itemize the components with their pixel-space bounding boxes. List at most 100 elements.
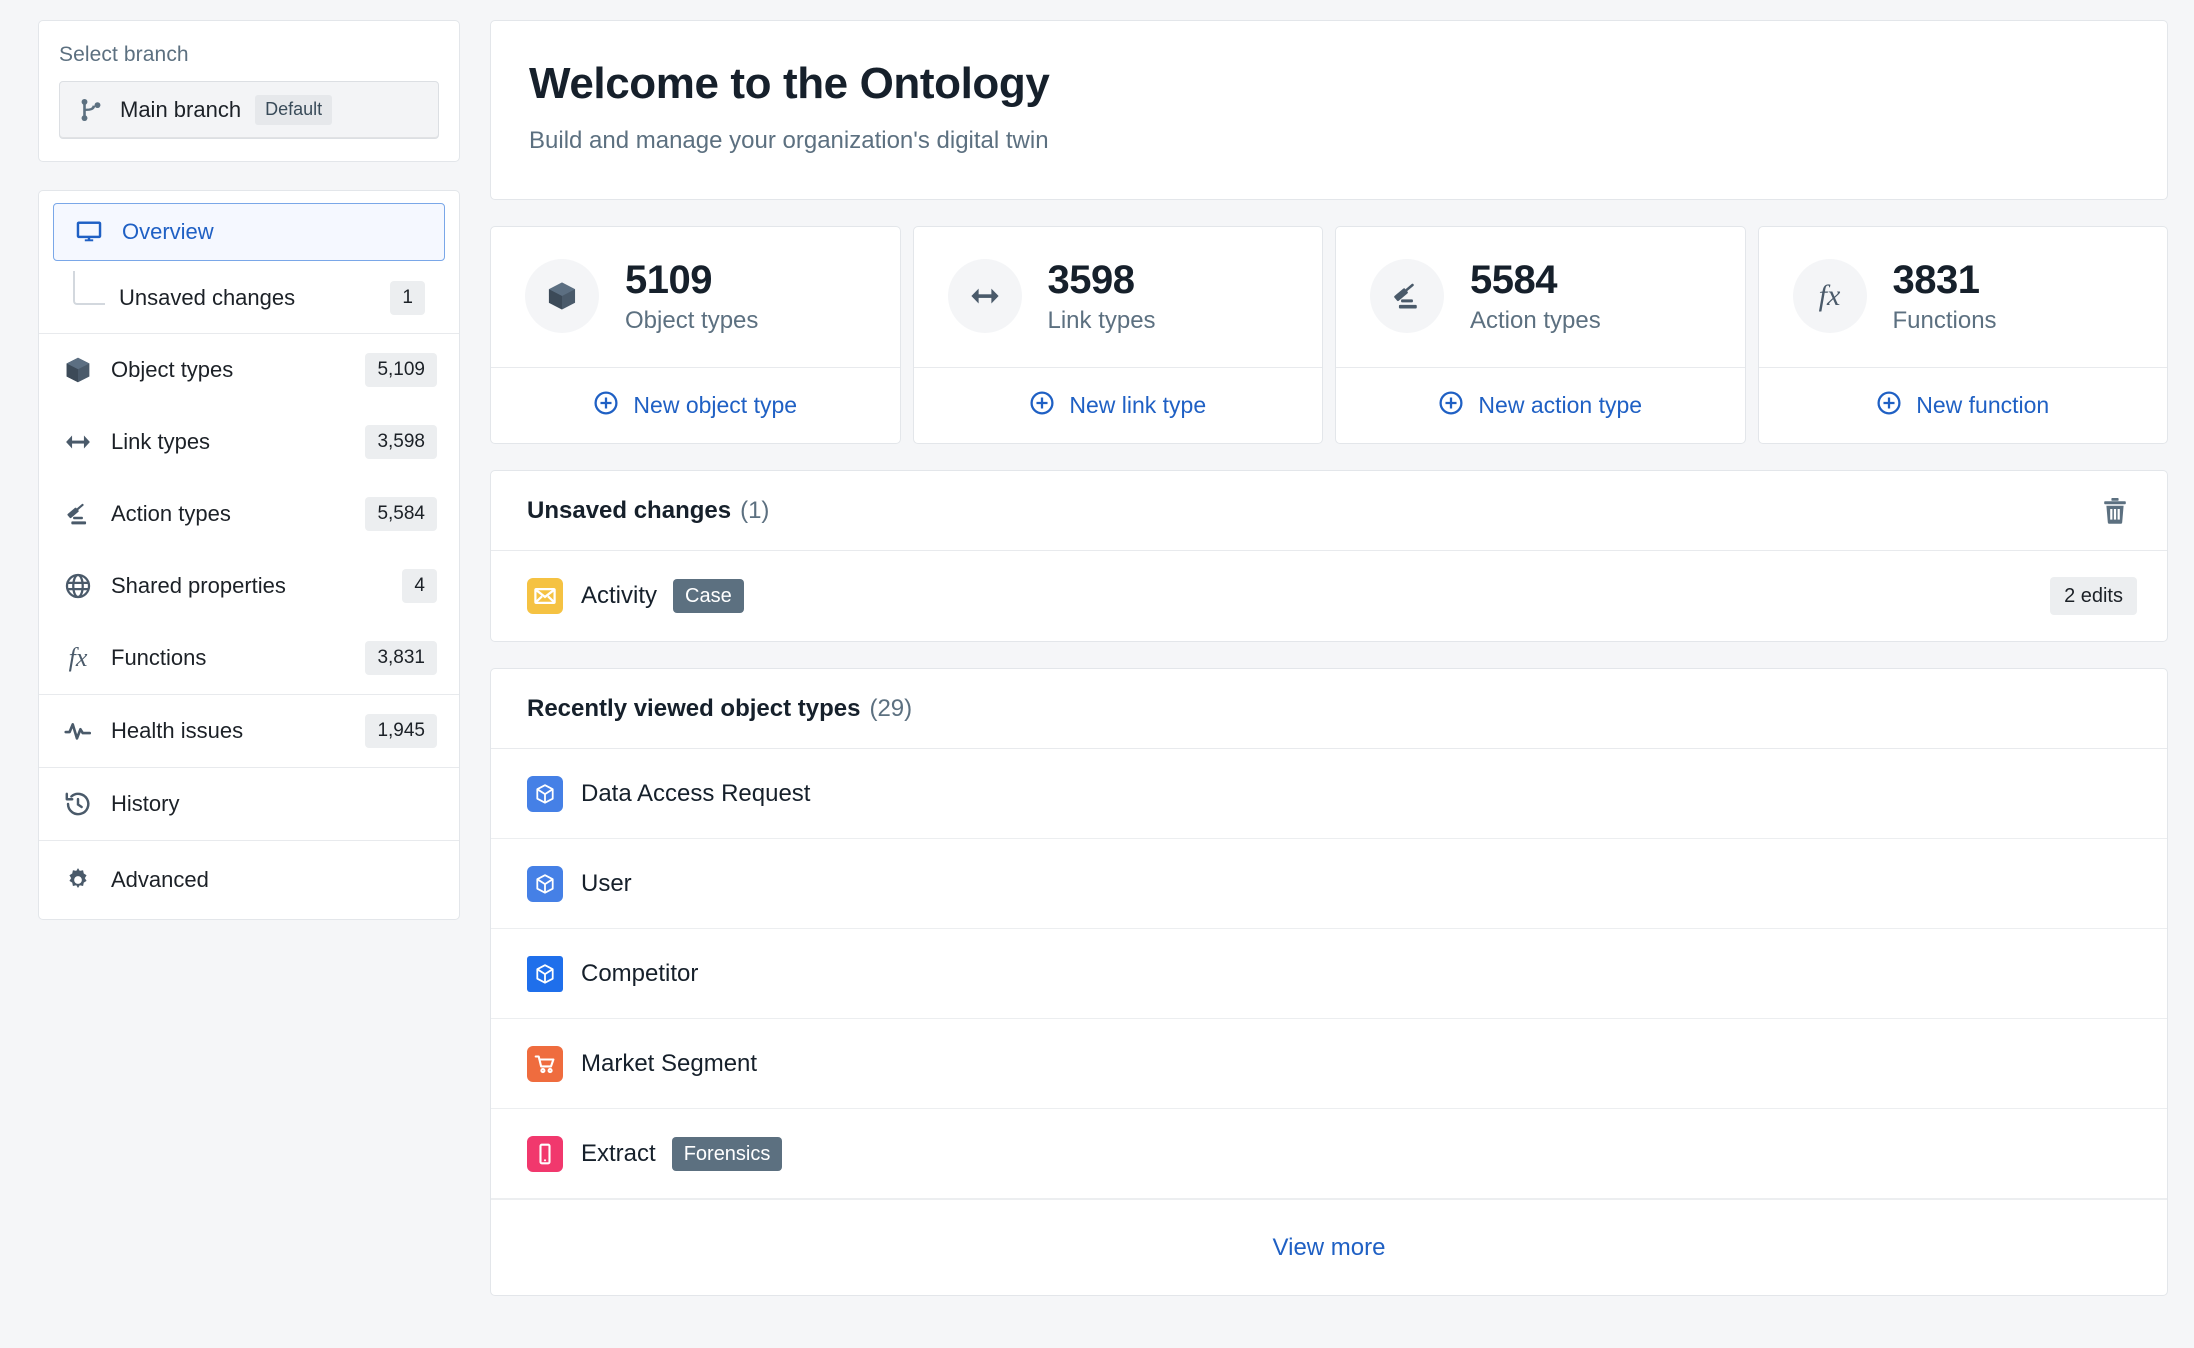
stat-label: Action types <box>1470 307 1601 334</box>
new-function-button[interactable]: New function <box>1758 367 2167 443</box>
sidebar-item-label-functions: Functions <box>111 645 207 670</box>
sidebar-count-object-types: 5,109 <box>365 352 437 388</box>
branch-name: Main branch <box>120 97 242 122</box>
stat-card-group: 5109 Object types New object type 3598 L… <box>490 226 2168 444</box>
desktop-icon <box>74 217 104 247</box>
sidebar-item-health-issues[interactable]: Health issues 1,945 <box>39 695 459 767</box>
stat-card-link-types[interactable]: 3598 Link types New link type <box>912 226 1323 444</box>
sidebar-item-functions[interactable]: fx Functions 3,831 <box>39 622 459 694</box>
fx-icon: fx <box>1792 259 1867 333</box>
list-item[interactable]: Market Segment <box>491 1019 2167 1109</box>
unsaved-change-label: Activity <box>581 582 658 609</box>
stat-body: 5584 Action types <box>1336 227 1745 367</box>
status-badge-edits: 2 edits <box>2050 577 2137 615</box>
gear-icon <box>63 865 93 895</box>
new-object-type-label: New object type <box>633 392 798 418</box>
new-object-type-button[interactable]: New object type <box>491 367 900 443</box>
sidebar-item-action-types[interactable]: Action types 5,584 <box>39 478 459 550</box>
sidebar: Select branch Main branch Default Overvi… <box>38 20 490 1348</box>
plus-circle-icon <box>593 390 619 422</box>
sidebar-item-label-health-issues: Health issues <box>111 718 244 743</box>
sidebar-item-unsaved-changes[interactable]: Unsaved changes 1 <box>53 263 445 333</box>
mobile-icon <box>527 1135 563 1172</box>
plus-circle-icon <box>1029 390 1055 422</box>
unsaved-change-row[interactable]: Activity Case 2 edits <box>491 551 2167 641</box>
pulse-icon <box>63 716 93 746</box>
arrows-horizontal-icon <box>947 259 1022 333</box>
stat-label: Functions <box>1892 307 1997 334</box>
stat-card-functions[interactable]: fx 3831 Functions New function <box>1757 226 2168 444</box>
sidebar-item-label-shared-properties: Shared properties <box>111 573 286 598</box>
list-item-label: Competitor <box>581 959 699 987</box>
list-item[interactable]: Competitor <box>491 929 2167 1019</box>
stat-value: 5109 <box>625 258 712 302</box>
list-item-tag: Forensics <box>671 1136 783 1171</box>
stat-value: 3831 <box>1892 258 1980 302</box>
cube-icon <box>63 355 93 385</box>
sidebar-item-label-unsaved-changes: Unsaved changes <box>119 285 296 310</box>
list-item[interactable]: User <box>491 839 2167 929</box>
new-link-type-label: New link type <box>1069 392 1207 418</box>
gavel-icon <box>1370 259 1444 333</box>
unsaved-changes-header: Unsaved changes (1) <box>491 471 2167 551</box>
stat-body: 3598 Link types <box>914 227 1323 367</box>
sidebar-count-health-issues: 1,945 <box>365 713 437 749</box>
new-function-label: New function <box>1916 392 2050 418</box>
trash-icon[interactable] <box>2093 489 2137 533</box>
cart-icon <box>527 1045 563 1082</box>
tree-connector <box>73 271 105 305</box>
plus-circle-icon <box>1876 390 1902 422</box>
cube-icon <box>527 955 563 992</box>
stat-value: 3598 <box>1047 258 1135 302</box>
page-subtitle: Build and manage your organization's dig… <box>529 127 1049 154</box>
sidebar-item-overview[interactable]: Overview <box>53 203 445 261</box>
branch-select-button[interactable]: Main branch Default <box>59 81 439 139</box>
branch-selector-card: Select branch Main branch Default <box>38 20 460 162</box>
sidebar-item-label-history: History <box>111 791 180 816</box>
recently-viewed-title: Recently viewed object types <box>527 694 861 722</box>
main-content: Welcome to the Ontology Build and manage… <box>490 20 2168 1348</box>
stat-text: 3598 Link types <box>1048 257 1156 335</box>
new-link-type-button[interactable]: New link type <box>913 367 1322 443</box>
stat-value: 5584 <box>1470 258 1557 302</box>
list-item-label: User <box>581 869 632 897</box>
cube-icon <box>527 865 563 902</box>
stat-text: 3831 Functions <box>1893 257 1997 335</box>
unsaved-change-tag: Case <box>673 579 744 613</box>
stat-text: 5109 Object types <box>625 257 758 335</box>
envelope-icon <box>527 578 563 614</box>
sidebar-item-label-action-types: Action types <box>111 501 231 526</box>
sidebar-item-link-types[interactable]: Link types 3,598 <box>39 406 459 478</box>
stat-card-object-types[interactable]: 5109 Object types New object type <box>490 226 901 444</box>
branch-default-badge: Default <box>255 95 333 125</box>
stat-body: 5109 Object types <box>491 227 900 367</box>
cube-icon <box>525 259 599 333</box>
stat-card-action-types[interactable]: 5584 Action types New action type <box>1335 226 1746 444</box>
stat-label: Object types <box>625 307 759 334</box>
unsaved-changes-title: Unsaved changes <box>527 496 732 524</box>
sidebar-item-object-types[interactable]: Object types 5,109 <box>39 334 459 406</box>
stat-label: Link types <box>1047 307 1156 334</box>
stat-text: 5584 Action types <box>1470 257 1601 335</box>
sidebar-count-functions: 3,831 <box>365 640 437 676</box>
globe-icon <box>63 571 93 601</box>
view-more-button[interactable]: View more <box>491 1199 2167 1295</box>
unsaved-changes-count: (1) <box>740 496 770 524</box>
sidebar-count-link-types: 3,598 <box>365 424 437 460</box>
new-action-type-button[interactable]: New action type <box>1336 367 1745 443</box>
list-item[interactable]: Data Access Request <box>491 749 2167 839</box>
select-branch-label: Select branch <box>59 43 189 66</box>
sidebar-item-shared-properties[interactable]: Shared properties 4 <box>39 550 459 622</box>
git-branch-icon <box>76 95 106 125</box>
sidebar-item-advanced[interactable]: Advanced <box>39 841 459 919</box>
list-item-label: Market Segment <box>581 1049 758 1077</box>
sidebar-item-label-overview: Overview <box>122 219 214 244</box>
sidebar-nav: Overview Unsaved changes 1 Object types … <box>38 190 460 920</box>
sidebar-item-label-advanced: Advanced <box>111 867 209 892</box>
sidebar-item-history[interactable]: History <box>39 768 459 840</box>
history-icon <box>63 789 93 819</box>
app-root: Select branch Main branch Default Overvi… <box>0 0 2194 1348</box>
list-item[interactable]: Extract Forensics <box>491 1109 2167 1199</box>
fx-icon: fx <box>68 643 88 672</box>
sidebar-item-label-object-types: Object types <box>111 357 234 382</box>
